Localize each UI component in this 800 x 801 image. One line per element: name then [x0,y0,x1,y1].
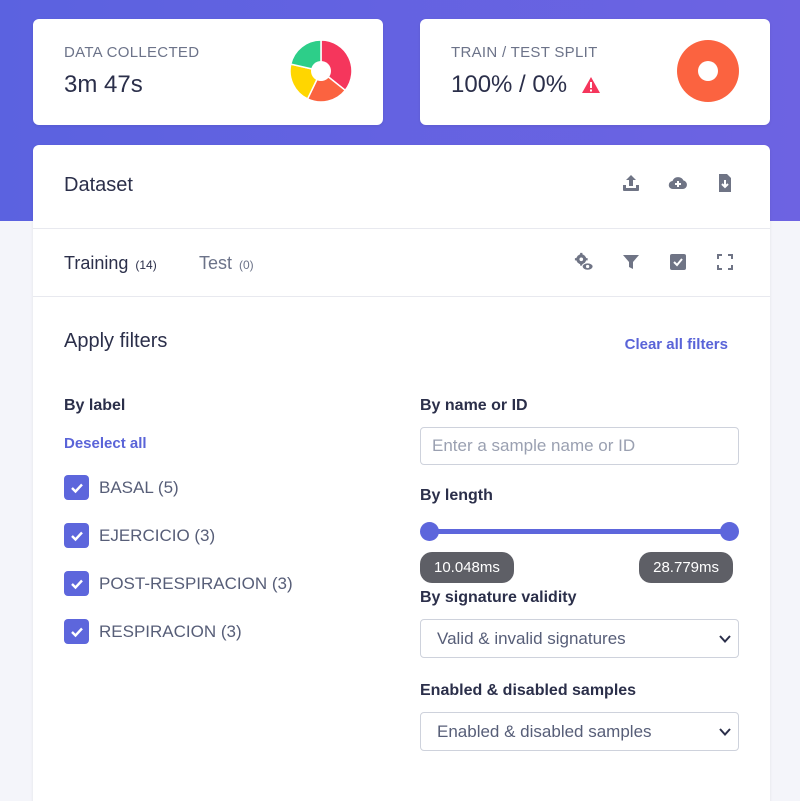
split-label: TRAIN / TEST SPLIT [451,44,598,61]
chevron-down-icon [719,635,731,643]
checkmark-icon [70,579,83,589]
train-test-split-donut-chart [677,40,739,102]
split-value-text: 100% / 0% [451,71,568,98]
slider-max-handle[interactable] [720,522,739,541]
label-filter-column: By label Deselect all BASAL (5) EJERCICI… [64,397,394,644]
clear-all-filters-link[interactable]: Clear all filters [625,336,728,353]
tab-test-label: Test [199,253,233,273]
other-filters-column: By name or ID By length 10.048ms 28.779m… [420,397,739,751]
data-collected-donut-chart [289,39,353,103]
chevron-down-icon [719,728,731,736]
data-collected-label: DATA COLLECTED [64,44,200,61]
filters-title: Apply filters [64,330,168,352]
label-checkbox-row[interactable]: EJERCICIO (3) [64,523,394,548]
checkmark-icon [70,483,83,493]
checkmark-icon [70,531,83,541]
enabled-samples-heading: Enabled & disabled samples [420,682,637,699]
donut-hole [311,61,331,81]
label-checkbox-text: RESPIRACION (3) [99,621,242,641]
enabled-samples-select[interactable]: Enabled & disabled samples [420,712,739,751]
slider-min-value: 10.048ms [420,552,514,583]
length-range-slider: 10.048ms 28.779ms [420,519,739,589]
sample-name-input[interactable] [420,427,739,465]
filters-section: Apply filters Clear all filters By label… [33,297,770,801]
label-checkbox-row[interactable]: POST-RESPIRACION (3) [64,571,394,596]
download-file-icon[interactable] [714,172,736,194]
checkbox-checked[interactable] [64,475,89,500]
tab-training[interactable]: Training (14) [64,253,157,274]
train-test-split-card: TRAIN / TEST SPLIT 100% / 0% [420,19,770,125]
signature-validity-value: Valid & invalid signatures [437,629,626,648]
by-signature-heading: By signature validity [420,589,577,606]
deselect-all-link[interactable]: Deselect all [64,435,394,452]
label-checkbox-text: BASAL (5) [99,477,179,497]
by-length-heading: By length [420,487,493,504]
dataset-panel: Dataset Training (14) Test (0) Apply fil… [33,145,770,801]
cloud-add-icon[interactable] [667,172,689,194]
dataset-title: Dataset [64,174,133,196]
tab-training-count: (14) [135,258,157,272]
split-value: 100% / 0% [451,71,601,99]
tab-test[interactable]: Test (0) [199,253,254,274]
checkmark-icon [70,627,83,637]
dataset-header-actions [620,172,736,194]
checkbox-checked[interactable] [64,571,89,596]
dataset-tabs: Training (14) Test (0) [33,229,770,297]
settings-eye-icon[interactable] [573,251,595,273]
donut-hole [698,61,718,81]
label-checkbox-text: POST-RESPIRACION (3) [99,573,293,593]
slider-track[interactable] [428,529,731,534]
filter-icon[interactable] [620,251,642,273]
label-checkbox-row[interactable]: BASAL (5) [64,475,394,500]
signature-validity-select[interactable]: Valid & invalid signatures [420,619,739,658]
slider-max-value: 28.779ms [639,552,733,583]
data-collected-value: 3m 47s [64,71,143,99]
tab-training-label: Training [64,253,129,273]
by-name-heading: By name or ID [420,397,528,414]
tab-test-count: (0) [239,258,254,272]
tab-actions [573,251,736,273]
data-collected-card: DATA COLLECTED 3m 47s [33,19,383,125]
label-checkbox-row[interactable]: RESPIRACION (3) [64,619,394,644]
checkbox-checked[interactable] [64,619,89,644]
fullscreen-icon[interactable] [714,251,736,273]
upload-icon[interactable] [620,172,642,194]
enabled-samples-value: Enabled & disabled samples [437,722,652,741]
label-checkbox-text: EJERCICIO (3) [99,525,216,545]
check-square-icon[interactable] [667,251,689,273]
data-collected-value-text: 3m 47s [64,71,143,98]
dataset-header: Dataset [33,145,770,229]
slider-min-handle[interactable] [420,522,439,541]
alert-triangle-icon [582,77,601,93]
by-label-heading: By label [64,397,126,414]
checkbox-checked[interactable] [64,523,89,548]
